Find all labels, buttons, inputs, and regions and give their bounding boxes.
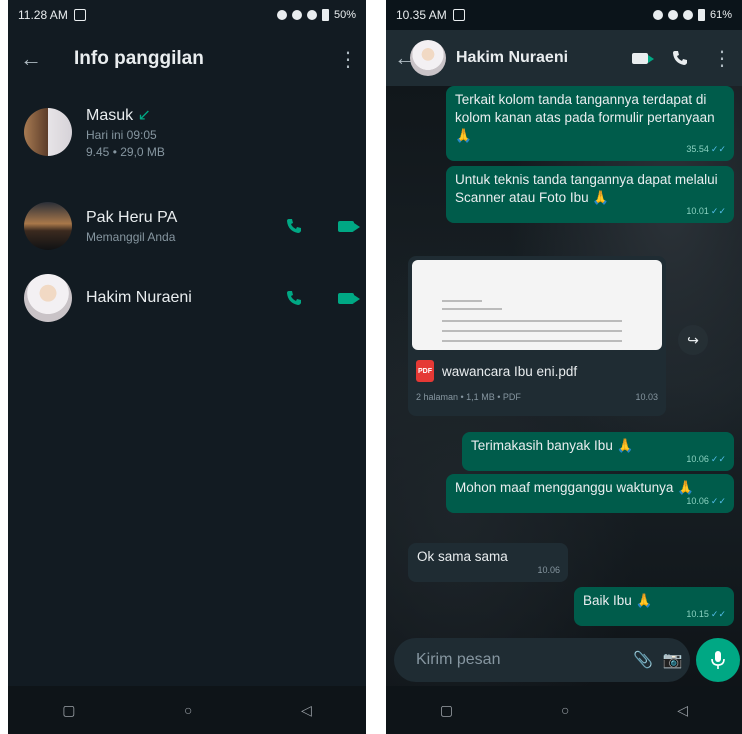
message-outgoing[interactable]: Mohon maaf mengganggu waktunya 🙏 10.06 ✓✓	[446, 474, 734, 513]
message-time: 10.06	[537, 565, 560, 575]
message-input[interactable]	[416, 651, 623, 669]
avatar	[24, 202, 72, 250]
attach-icon[interactable]: 📎	[633, 650, 653, 670]
message-text: Mohon maaf mengganggu waktunya 🙏	[455, 480, 694, 495]
wifi-icon	[291, 10, 302, 20]
back-nav-icon[interactable]: ◁	[677, 702, 688, 719]
call-detail: 9.45 • 29,0 MB	[86, 145, 165, 159]
signal-icon	[306, 10, 317, 20]
hotspot-icon	[652, 10, 663, 20]
status-time: 10.35 AM	[396, 8, 447, 22]
home-icon[interactable]: ○	[184, 702, 192, 718]
app-bar: ← Info panggilan ⋮	[8, 30, 366, 88]
avatar	[24, 274, 72, 322]
forward-icon[interactable]: ↪	[678, 325, 708, 355]
mic-icon	[711, 651, 725, 669]
contact-name: Hakim Nuraeni	[86, 289, 192, 306]
camera-icon[interactable]: 📷	[663, 650, 683, 670]
status-bar: 10.35 AM 61%	[386, 0, 742, 30]
pdf-filename: wawancara Ibu eni.pdf	[442, 363, 578, 379]
voice-call-icon[interactable]	[286, 290, 302, 306]
system-nav-bar: ▢ ○ ◁	[386, 686, 742, 734]
read-receipt-icon: ✓✓	[710, 454, 726, 464]
home-icon[interactable]: ○	[561, 702, 569, 718]
message-text: Terkait kolom tanda tangannya terdapat d…	[455, 92, 715, 143]
message-time: 10.15	[686, 609, 709, 619]
message-time: 10.06	[686, 454, 709, 464]
message-time: 10.06	[686, 496, 709, 506]
pdf-icon: PDF	[416, 360, 434, 382]
status-bar: 11.28 AM 50%	[8, 0, 366, 30]
read-receipt-icon: ✓✓	[710, 144, 726, 154]
back-arrow-icon[interactable]: ←	[394, 45, 416, 71]
status-time: 11.28 AM	[18, 8, 68, 22]
read-receipt-icon: ✓✓	[710, 496, 726, 506]
avatar	[24, 108, 72, 156]
message-time: 35.54	[686, 144, 709, 154]
call-date: Hari ini 09:05	[86, 128, 157, 142]
battery-level: 50%	[333, 9, 356, 21]
contact-row[interactable]: Hakim Nuraeni	[8, 266, 366, 330]
chat-header: ← Hakim Nuraeni ⋮	[386, 30, 742, 86]
battery-icon	[321, 9, 329, 21]
mic-button[interactable]	[696, 638, 740, 682]
back-nav-icon[interactable]: ◁	[301, 702, 312, 719]
incoming-call-arrow-icon: ↙	[137, 107, 151, 124]
back-arrow-icon[interactable]: ←	[20, 46, 48, 72]
system-nav-bar: ▢ ○ ◁	[8, 686, 366, 734]
voice-call-icon[interactable]	[286, 218, 302, 234]
contact-name: Pak Heru PA	[86, 208, 178, 226]
contact-row[interactable]: Pak Heru PA Memanggil Anda	[8, 194, 366, 258]
message-text: Untuk teknis tanda tangannya dapat melal…	[455, 172, 718, 205]
video-call-icon[interactable]	[338, 220, 360, 232]
page-title: Info panggilan	[74, 48, 204, 69]
voice-call-icon[interactable]	[672, 50, 688, 66]
call-type: Masuk	[86, 107, 134, 124]
message-outgoing[interactable]: Terimakasih banyak Ibu 🙏 10.06 ✓✓	[462, 432, 734, 471]
pdf-preview	[412, 260, 662, 350]
contact-sub: Memanggil Anda	[86, 229, 176, 244]
message-outgoing[interactable]: Untuk teknis tanda tangannya dapat melal…	[446, 166, 734, 223]
call-info-screen: 11.28 AM 50% ← Info panggilan ⋮ Masuk ↙ …	[8, 0, 366, 734]
more-options-icon[interactable]: ⋮	[712, 46, 732, 71]
recent-apps-icon[interactable]: ▢	[62, 702, 75, 719]
read-receipt-icon: ✓✓	[710, 206, 726, 216]
recent-apps-icon[interactable]: ▢	[440, 702, 453, 719]
pdf-meta: 2 halaman • 1,1 MB • PDF	[416, 392, 521, 402]
signal-icon	[682, 10, 693, 20]
read-receipt-icon: ✓✓	[710, 609, 726, 619]
more-options-icon[interactable]: ⋮	[338, 47, 358, 72]
message-time: 10.01	[686, 206, 709, 216]
message-incoming[interactable]: Ok sama sama 10.06	[408, 543, 568, 582]
message-text: Baik Ibu 🙏	[583, 593, 653, 608]
chat-screen: 10.35 AM 61% ← Hakim Nuraeni ⋮ Terkait k…	[386, 0, 742, 734]
message-outgoing[interactable]: Baik Ibu 🙏 10.15 ✓✓	[574, 587, 734, 626]
message-text: Ok sama sama	[417, 549, 508, 564]
message-time: 10.03	[635, 392, 658, 402]
video-call-icon[interactable]	[338, 292, 360, 304]
video-call-icon[interactable]	[632, 52, 654, 64]
hotspot-icon	[276, 10, 287, 20]
screenshot-icon	[73, 9, 86, 21]
contact-name[interactable]: Hakim Nuraeni	[456, 49, 632, 67]
message-outgoing[interactable]: Terkait kolom tanda tangannya terdapat d…	[446, 86, 734, 161]
wifi-icon	[667, 10, 678, 20]
call-entry: Masuk ↙ Hari ini 09:05 9.45 • 29,0 MB	[8, 100, 366, 164]
message-text: Terimakasih banyak Ibu 🙏	[471, 438, 634, 453]
screenshot-icon	[452, 9, 465, 21]
battery-level: 61%	[709, 9, 732, 21]
message-composer: 📎 📷	[394, 638, 690, 682]
battery-icon	[697, 9, 705, 21]
pdf-attachment[interactable]: PDF wawancara Ibu eni.pdf 2 halaman • 1,…	[408, 256, 666, 416]
contact-avatar[interactable]	[410, 40, 446, 76]
